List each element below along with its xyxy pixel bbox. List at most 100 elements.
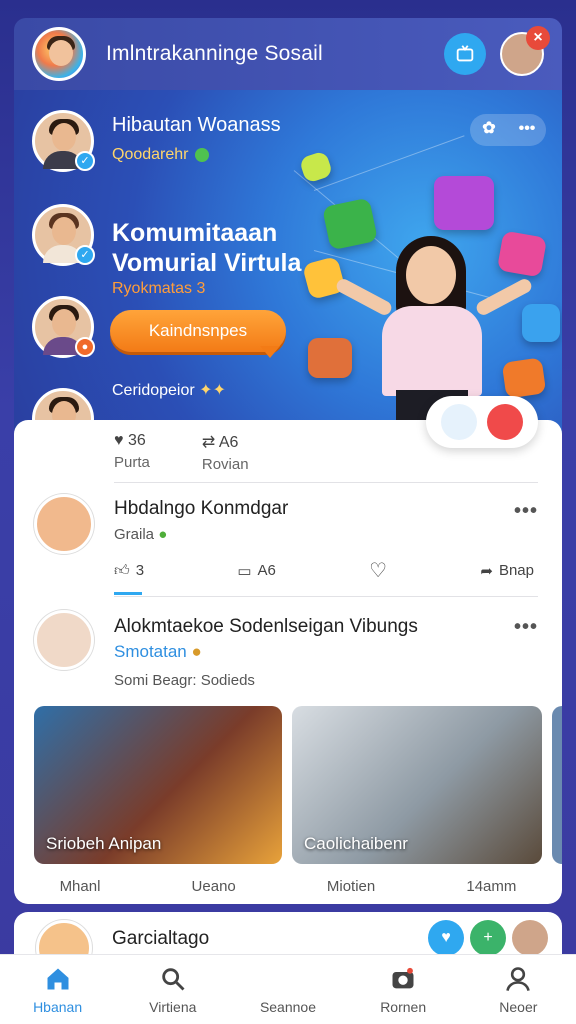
bottom-navigation: Hbanan Virtiena Seannoe Rornen Neoer (0, 954, 576, 1024)
share-pill (426, 396, 538, 448)
stat-reviews-label: Rovian (201, 456, 249, 473)
hero-sub-text: Qoodarehr (112, 146, 189, 163)
live-icon: ● (75, 337, 95, 357)
photo-label: Ueano (191, 878, 236, 895)
home-icon (47, 968, 69, 989)
nav-center[interactable]: Seannoe (240, 965, 336, 1015)
post-author-name[interactable]: Alokmtaekoe Sodenlseigan Vibungs (114, 616, 418, 638)
stat-reviews[interactable]: ⇄ A6 Rovian (202, 432, 249, 473)
user-avatar[interactable]: × (500, 26, 550, 76)
comment-button[interactable]: ▭ A6 (237, 562, 276, 580)
photo-caption: Caolichaibenr (304, 834, 408, 853)
profile-icon (506, 966, 531, 991)
hero-footer-label: Ceridopeior (112, 382, 195, 399)
thumbs-up-icon: 👍︎ (114, 561, 130, 579)
close-icon[interactable]: × (526, 26, 550, 50)
hero-tagline: Ryokmatas 3 (112, 280, 206, 297)
nav-search[interactable]: Virtiena (125, 965, 221, 1015)
nav-profile[interactable]: Neoer (470, 965, 566, 1015)
reaction-icon[interactable]: ✿ (470, 114, 508, 146)
nav-search-label: Virtiena (149, 998, 197, 1015)
stat-likes-label: Purta (114, 454, 150, 471)
stat-reviews-count: ⇄ A6 (202, 432, 249, 452)
like-count: 3 (135, 562, 145, 579)
photo-caption: Sriobeh Anipan (46, 834, 162, 853)
hero-footer-text: Ceridopeior ✦✦ (112, 380, 226, 400)
cta-bubble-tail (260, 346, 280, 358)
stat-likes-count: ♥ 36 (114, 432, 150, 450)
story-avatar[interactable]: ✓ (32, 110, 95, 172)
reaction-bar: 👍︎ 3 ▭ A6 ♡ ➦ Bnap (114, 558, 534, 583)
nav-profile-label: Neoer (499, 998, 538, 1015)
stats-row: ♥ 36 Purta ⇄ A6 Rovian (114, 432, 249, 473)
profile-avatar[interactable] (512, 920, 548, 956)
sparkle-icon: ✦✦ (199, 382, 226, 399)
app-header: Imlntrakanninge Sosail × (14, 18, 562, 90)
post-meta: Somi Beagr: Sodieds (114, 672, 255, 689)
active-indicator (114, 592, 142, 595)
hero-profile-name[interactable]: Hibautan Woanass (112, 114, 281, 137)
status-dot-icon (194, 147, 209, 162)
hero-profile-sub: Qoodarehr (112, 146, 209, 164)
post-author-name[interactable]: Hbdalngo Konmdgar (114, 498, 288, 520)
photo-label: Miotien (326, 878, 376, 895)
photo-labels: Mhanl Ueano Miotien 14amm (14, 878, 562, 895)
blank-icon (274, 965, 302, 993)
leaf-icon: ● (158, 526, 168, 543)
post-subtitle-text: Graila (114, 526, 155, 543)
share-button[interactable]: ➦ Bnap (480, 562, 534, 580)
app-logo[interactable] (32, 27, 86, 81)
follow-icon[interactable]: ♥ (428, 920, 464, 956)
coin-icon: ● (191, 642, 202, 661)
divider (114, 482, 538, 483)
more-options-icon[interactable]: ••• (508, 114, 546, 146)
presenter-arm (474, 276, 534, 318)
comment-icon: ▭ (237, 562, 252, 580)
search-icon (162, 967, 185, 990)
hero-heading-line1: Komumitaaan (112, 219, 278, 247)
post-subtitle: Smotatan ● (114, 642, 202, 662)
stat-likes[interactable]: ♥ 36 Purta (114, 432, 150, 473)
chat-bubble-icon (434, 176, 494, 230)
nav-home[interactable]: Hbanan (10, 965, 106, 1015)
add-icon[interactable]: + (470, 920, 506, 956)
tv-icon (456, 45, 474, 62)
camera-icon (392, 967, 414, 988)
photo-label: Mhanl (59, 878, 101, 895)
post-avatar[interactable] (34, 494, 94, 554)
app-title: Imlntrakanninge Sosail (106, 42, 323, 65)
tv-button[interactable] (444, 33, 486, 75)
post-author-name[interactable]: Garcialtago (112, 928, 209, 950)
post-avatar[interactable] (34, 610, 94, 670)
nav-camera-label: Rornen (380, 998, 427, 1015)
hero-banner: ✓ ✓ ● ✓ Hibautan Woanass Qoodarehr ✿ •••… (14, 90, 562, 435)
nav-camera[interactable]: Rornen (355, 965, 451, 1015)
share-label: Bnap (498, 562, 534, 579)
photo-item[interactable]: Sriobeh Anipan (34, 706, 282, 864)
photo-item[interactable]: Caolichaibenr (292, 706, 542, 864)
like-button[interactable]: 👍︎ 3 (114, 562, 144, 580)
logo-face (49, 40, 73, 66)
love-button[interactable]: ♡ (369, 558, 387, 583)
comment-count: A6 (257, 562, 276, 579)
story-avatar[interactable]: ● (32, 296, 95, 358)
heart-icon: ♥ (114, 432, 124, 449)
share-icon: ⇄ (201, 434, 216, 451)
stat-reviews-value: A6 (218, 434, 239, 451)
post-more-button[interactable]: ••• (514, 616, 538, 639)
photo-item[interactable] (552, 706, 562, 864)
post-more-button[interactable]: ••• (514, 500, 538, 523)
divider (114, 596, 538, 597)
photo-label: 14amm (466, 878, 517, 895)
presenter-arm (334, 276, 394, 318)
instagram-icon[interactable] (487, 404, 523, 440)
group-icon[interactable] (441, 404, 477, 440)
post-subtitle: Graila ● (114, 526, 167, 543)
story-face (52, 217, 76, 245)
stat-likes-value: 36 (127, 432, 146, 449)
story-face (52, 309, 76, 337)
heart-icon: ♡ (369, 560, 388, 582)
hero-heading-line2: Vomurial Virtula (112, 249, 302, 277)
photo-carousel[interactable]: Sriobeh Anipan Caolichaibenr (34, 706, 562, 866)
story-avatar[interactable]: ✓ (32, 204, 95, 266)
